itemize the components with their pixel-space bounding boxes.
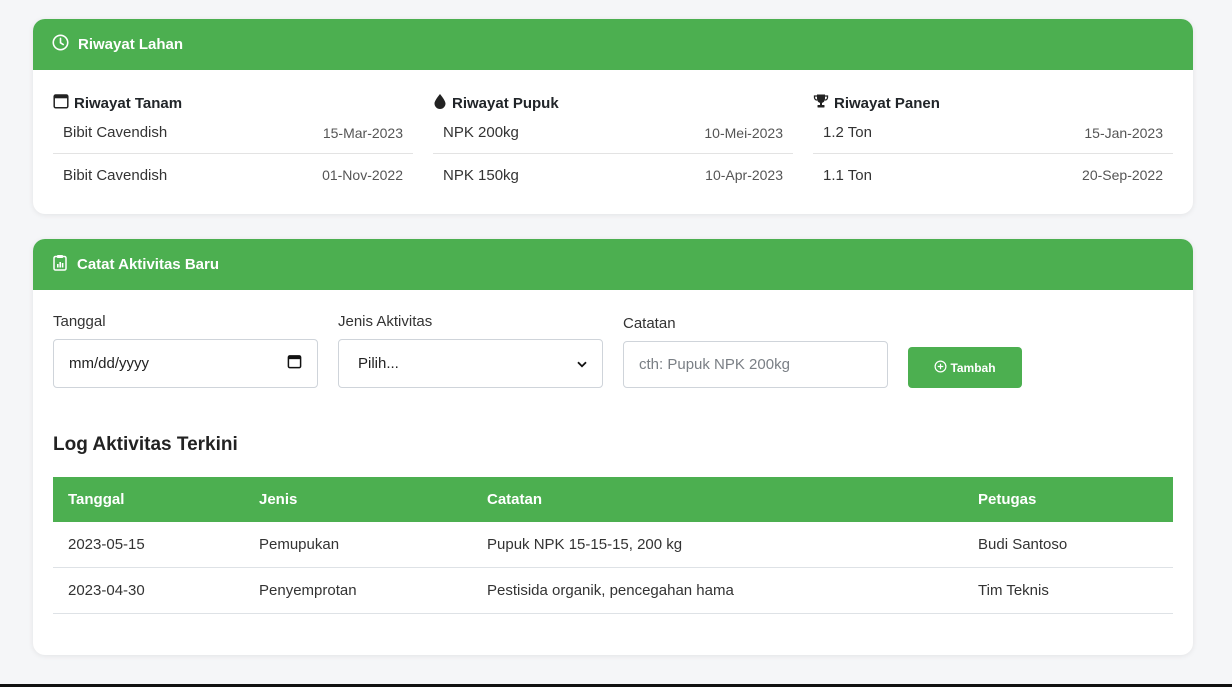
table-cell: Budi Santoso: [963, 522, 1173, 568]
note-input[interactable]: cth: Pupuk NPK 200kg: [623, 341, 888, 388]
history-column-title: Riwayat Tanam: [53, 93, 182, 113]
table-cell: Pupuk NPK 15-15-15, 200 kg: [472, 522, 963, 568]
history-body: Riwayat Tanam Bibit Cavendish 15-Mar-202…: [53, 70, 1193, 214]
column-header: Tanggal: [68, 491, 125, 508]
activity-type-select[interactable]: Pilih...: [338, 339, 603, 388]
log-title: Log Aktivitas Terkini: [53, 434, 238, 455]
table-row: 2023-04-30 Penyemprotan Pestisida organi…: [53, 567, 1173, 614]
clipboard-icon: [52, 254, 77, 275]
table-cell: Tim Teknis: [963, 567, 1173, 614]
date-label: Tanggal: [53, 313, 106, 330]
table-cell: Penyemprotan: [244, 567, 472, 614]
list-item: NPK 150kg 10-Apr-2023: [443, 166, 783, 184]
clock-icon: [52, 34, 78, 55]
table-cell: 2023-04-30: [53, 567, 244, 614]
activity-log-table: Tanggal Jenis Catatan Petugas 2023-05-15…: [53, 477, 1173, 614]
activity-card-title: Catat Aktivitas Baru: [77, 256, 219, 273]
column-header: Petugas: [978, 491, 1037, 508]
column-header: Catatan: [487, 491, 543, 508]
activity-body: Tanggal mm/dd/yyyy Jenis Aktivitas Pilih…: [33, 290, 1193, 655]
table-cell: Pestisida organik, pencegahan hama: [472, 567, 963, 614]
calendar-icon: [53, 93, 74, 113]
history-column-title: Riwayat Pupuk: [433, 93, 559, 113]
table-cell: Pemupukan: [244, 522, 472, 568]
list-item: 1.1 Ton 20-Sep-2022: [823, 166, 1163, 184]
list-item: Bibit Cavendish 01-Nov-2022: [63, 166, 403, 184]
trophy-icon: [813, 93, 834, 113]
calendar-picker-icon[interactable]: [287, 354, 302, 373]
history-card-header: Riwayat Lahan: [33, 19, 1193, 70]
activity-card: Catat Aktivitas Baru Tanggal mm/dd/yyyy …: [33, 239, 1193, 655]
history-card: Riwayat Lahan Riwayat Tanam Bibit Cavend…: [33, 19, 1193, 214]
table-cell: 2023-05-15: [53, 522, 244, 568]
activity-type-label: Jenis Aktivitas: [338, 313, 433, 330]
table-row: 2023-05-15 Pemupukan Pupuk NPK 15-15-15,…: [53, 522, 1173, 568]
add-activity-button[interactable]: Tambah: [908, 347, 1022, 388]
droplet-icon: [433, 93, 452, 113]
chevron-down-icon: [577, 355, 587, 372]
history-column-title: Riwayat Panen: [813, 93, 940, 113]
table-header-row: Tanggal Jenis Catatan Petugas: [53, 477, 1173, 522]
plus-circle-icon: [934, 360, 950, 376]
list-item: Bibit Cavendish 15-Mar-2023: [53, 112, 413, 154]
history-card-title: Riwayat Lahan: [78, 36, 184, 53]
list-item: 1.2 Ton 15-Jan-2023: [813, 112, 1173, 154]
column-header: Jenis: [259, 491, 298, 508]
activity-card-header: Catat Aktivitas Baru: [33, 239, 1193, 290]
list-item: NPK 200kg 10-Mei-2023: [433, 112, 793, 154]
note-label: Catatan: [623, 315, 676, 332]
date-input[interactable]: mm/dd/yyyy: [53, 339, 318, 388]
